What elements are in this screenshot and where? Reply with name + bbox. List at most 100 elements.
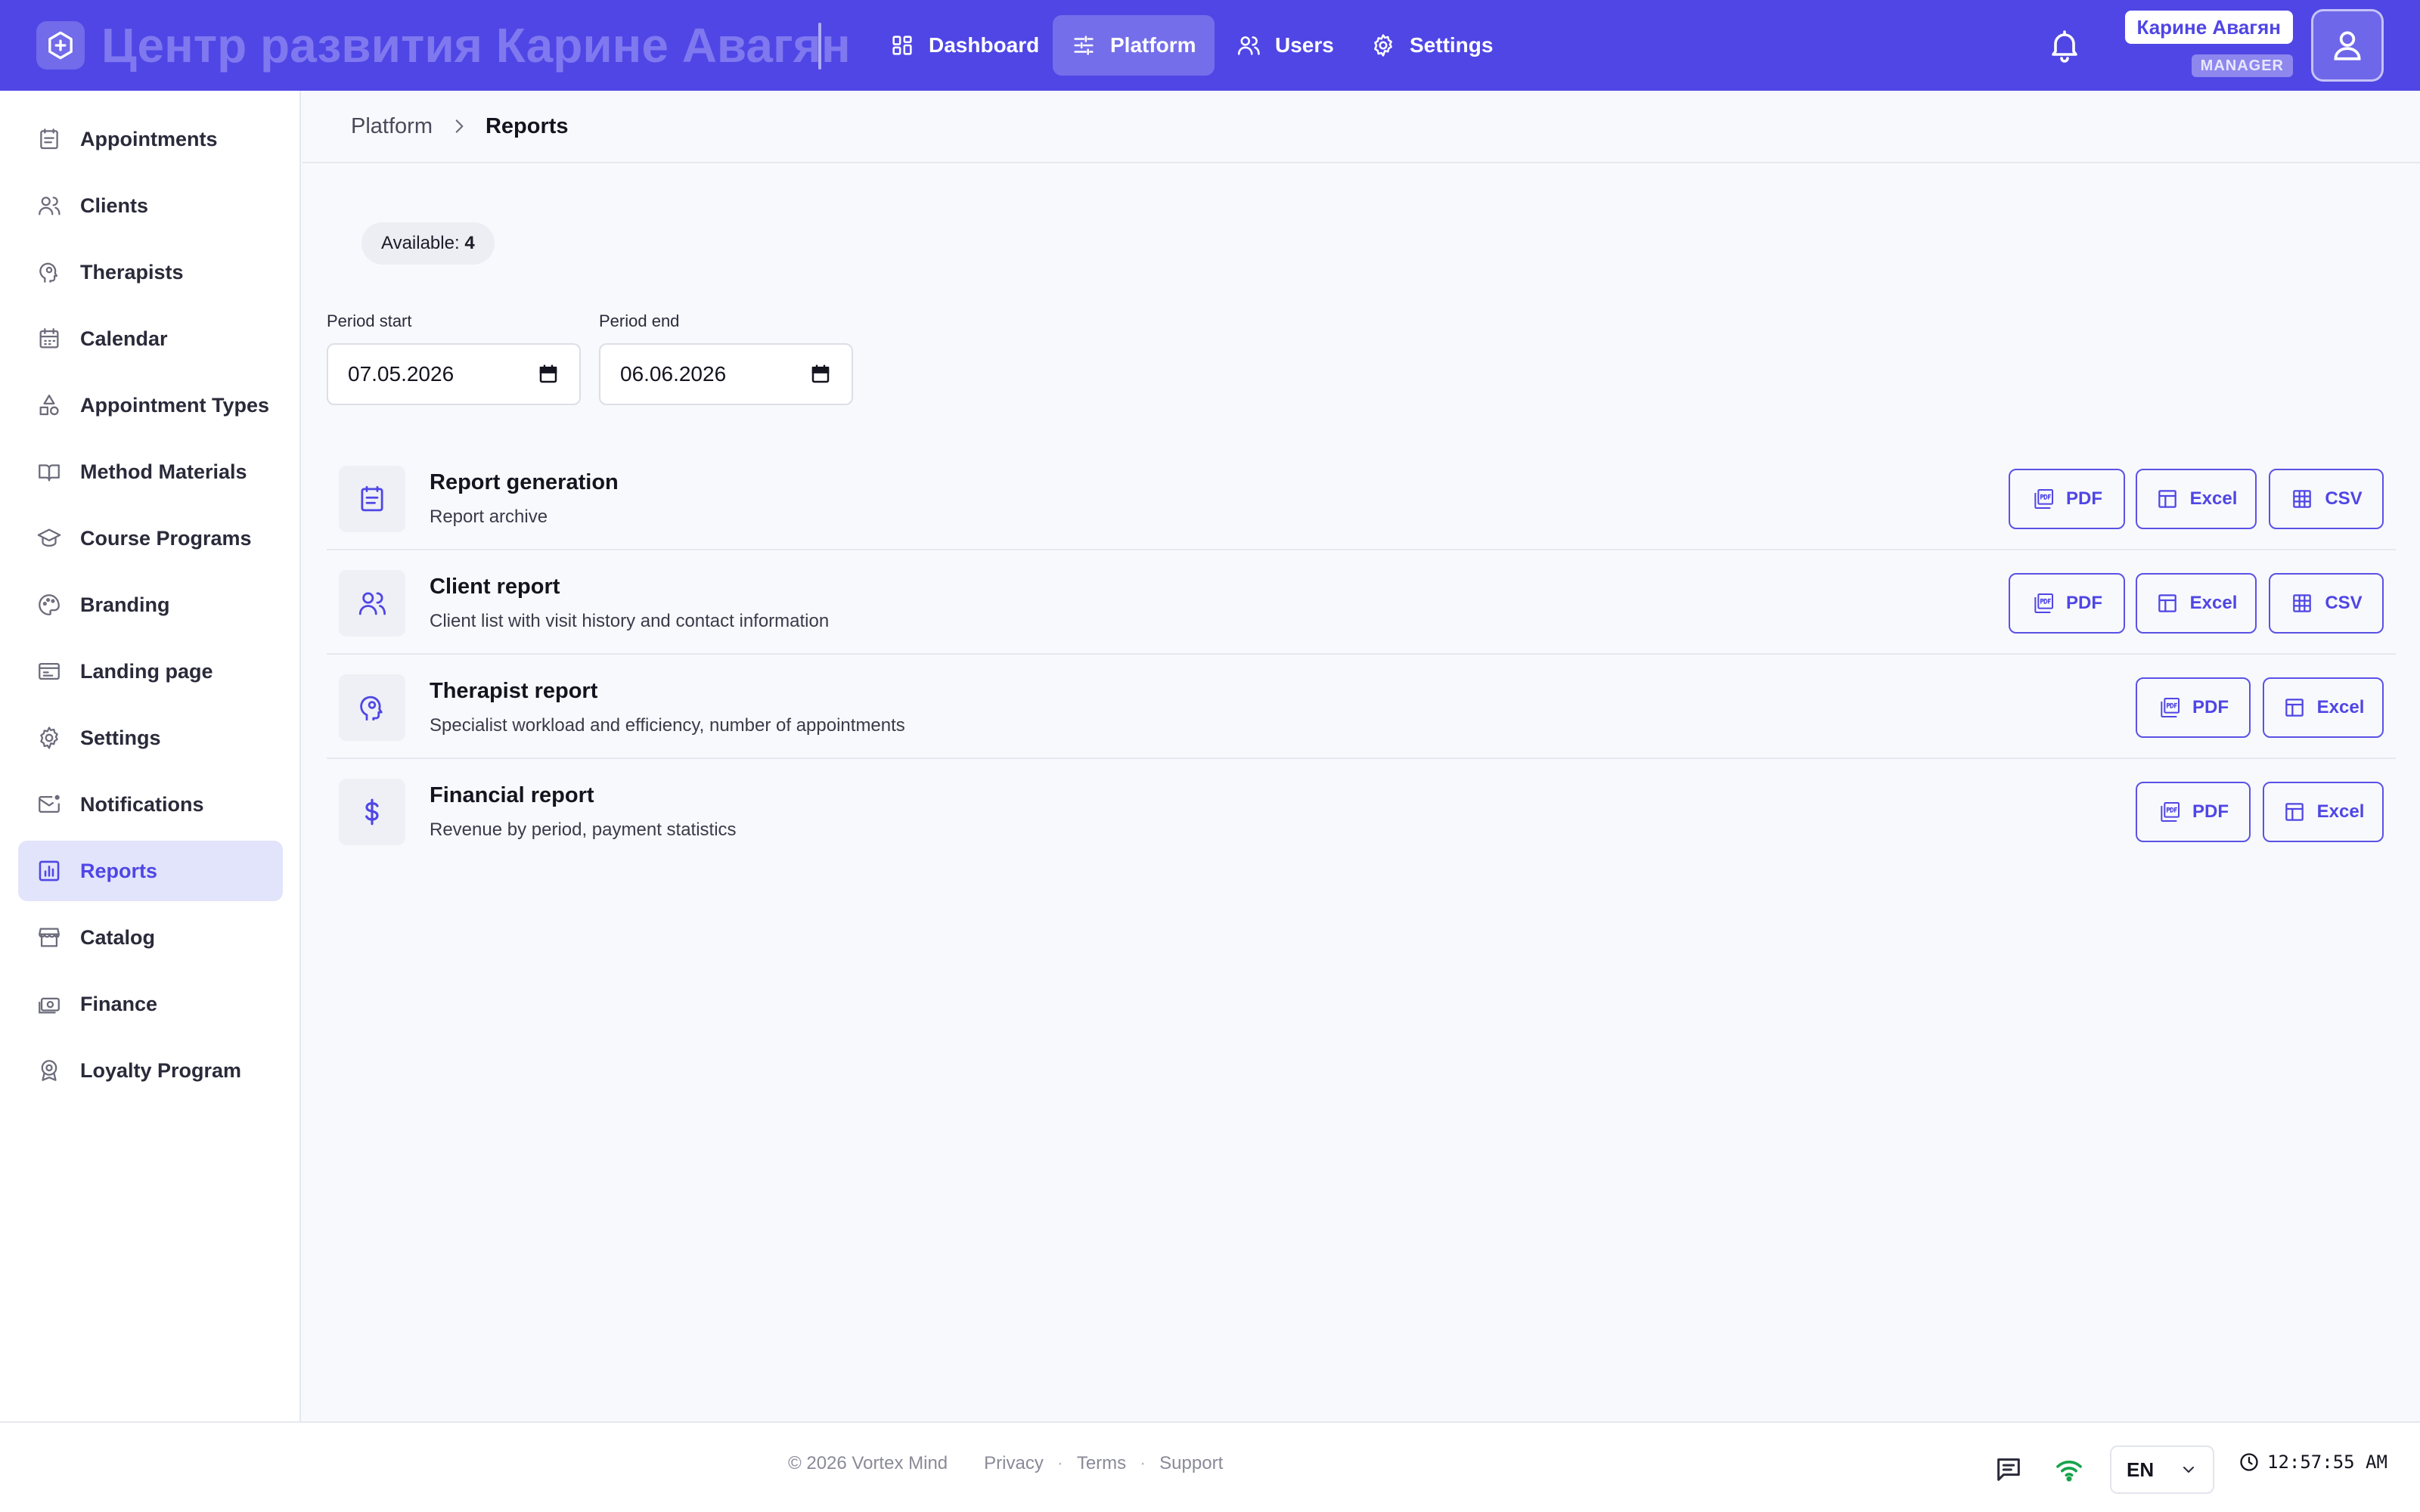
sidebar-item-branding[interactable]: Branding: [18, 575, 283, 635]
report-title: Client report: [430, 575, 560, 599]
period-end-label: Period end: [599, 311, 680, 330]
report-row-report-generation: Report generation Report archive PDF Exc…: [327, 446, 2396, 550]
period-start-input[interactable]: 07.05.2026: [327, 343, 581, 405]
gear-icon: [1374, 34, 1392, 57]
sidebar-item-finance[interactable]: Finance: [18, 974, 283, 1034]
footer: © 2026 Vortex Mind Privacy · Terms · Sup…: [0, 1421, 2420, 1512]
footer-separator: ·: [1056, 1453, 1063, 1473]
mail-icon: [39, 795, 60, 813]
top-bar: Центр развития Карине Авагян Dashboard P…: [0, 0, 2420, 91]
grid-icon: [2293, 594, 2312, 612]
breadcrumb: Platform Reports: [302, 91, 2420, 163]
head-gear-icon: [360, 696, 383, 721]
export-label: Excel: [2316, 697, 2365, 717]
period-start-label: Period start: [327, 311, 412, 330]
footer-link-privacy[interactable]: Privacy: [984, 1453, 1044, 1474]
report-icon: [339, 466, 405, 532]
report-description: Client list with visit history and conta…: [430, 611, 830, 631]
sidebar-item-therapists[interactable]: Therapists: [18, 242, 283, 302]
sidebar-item-loyalty-program[interactable]: Loyalty Program: [18, 1040, 283, 1101]
calendar-icon[interactable]: [537, 363, 560, 386]
report-title: Report generation: [430, 470, 619, 494]
clock: 12:57:55 AM: [2238, 1452, 2387, 1473]
export-pdf-button[interactable]: PDF: [2136, 677, 2251, 738]
nav-dashboard[interactable]: Dashboard: [871, 15, 1057, 76]
export-label: CSV: [2325, 488, 2363, 509]
brand-divider: [818, 23, 821, 70]
chat-icon[interactable]: [1993, 1455, 2024, 1485]
nav-users[interactable]: Users: [1218, 15, 1352, 76]
footer-copyright: © 2026 Vortex Mind: [788, 1453, 948, 1473]
gear-icon: [40, 727, 58, 749]
footer-separator: ·: [1140, 1453, 1146, 1473]
book-icon: [39, 464, 60, 482]
sidebar-item-reports[interactable]: Reports: [18, 841, 283, 901]
language-select[interactable]: EN: [2110, 1445, 2214, 1494]
dashboard-icon: [892, 36, 912, 55]
report-title: Financial report: [430, 783, 594, 807]
sidebar-item-label: Loyalty Program: [80, 1058, 242, 1082]
export-pdf-button[interactable]: PDF: [2009, 573, 2125, 634]
sidebar-item-label: Notifications: [80, 792, 204, 816]
brand-title: Центр развития Карине Авагян: [101, 18, 851, 73]
cash-icon: [39, 997, 60, 1014]
sidebar-item-clients[interactable]: Clients: [18, 175, 283, 236]
user-role-badge: MANAGER: [2191, 54, 2293, 77]
period-end-input[interactable]: 06.06.2026: [599, 343, 853, 405]
sidebar-item-appointments[interactable]: Appointments: [18, 109, 283, 169]
report-icon: [339, 674, 405, 741]
calendar-icon[interactable]: [809, 363, 832, 386]
nav-settings-label: Settings: [1410, 33, 1494, 57]
period-start-value: 07.05.2026: [348, 362, 455, 386]
export-excel-button[interactable]: Excel: [2263, 677, 2384, 738]
user-name-badge: Карине Авагян: [2124, 11, 2293, 44]
export-label: PDF: [2192, 697, 2229, 717]
footer-link-support[interactable]: Support: [1159, 1453, 1223, 1474]
sidebar-item-landing-page[interactable]: Landing page: [18, 641, 283, 702]
pdf-file-icon: [2161, 698, 2180, 717]
clock-icon: [2240, 1453, 2258, 1471]
export-csv-button[interactable]: CSV: [2269, 573, 2384, 634]
sidebar-item-label: Clients: [80, 194, 149, 217]
chevron-down-icon: [2183, 1467, 2194, 1473]
export-pdf-button[interactable]: PDF: [2136, 782, 2251, 842]
sidebar-item-course-programs[interactable]: Course Programs: [18, 508, 283, 569]
sidebar-item-appointment-types[interactable]: Appointment Types: [18, 375, 283, 435]
sidebar-item-method-materials[interactable]: Method Materials: [18, 442, 283, 502]
user-avatar-button[interactable]: [2311, 9, 2384, 82]
sidebar-item-settings[interactable]: Settings: [18, 708, 283, 768]
clock-time: 12:57:55 AM: [2267, 1452, 2387, 1473]
export-csv-button[interactable]: CSV: [2269, 469, 2384, 529]
award-icon: [41, 1060, 57, 1081]
export-excel-button[interactable]: Excel: [2136, 469, 2257, 529]
sidebar-item-label: Calendar: [80, 327, 168, 350]
footer-links: © 2026 Vortex Mind Privacy · Terms · Sup…: [788, 1453, 1223, 1474]
export-label: PDF: [2066, 593, 2102, 613]
bell-icon[interactable]: [2046, 27, 2083, 64]
export-excel-button[interactable]: Excel: [2136, 573, 2257, 634]
chevron-right-icon: [455, 119, 464, 133]
palette-icon: [39, 594, 60, 615]
head-gear-icon: [39, 262, 58, 283]
nav-platform[interactable]: Platform: [1053, 15, 1215, 76]
breadcrumb-current: Reports: [485, 113, 569, 138]
sidebar-item-calendar[interactable]: Calendar: [18, 308, 283, 369]
sidebar-item-label: Finance: [80, 992, 158, 1015]
report-row-therapist-report: Therapist report Specialist workload and…: [327, 655, 2396, 759]
sidebar-item-notifications[interactable]: Notifications: [18, 774, 283, 835]
export-pdf-button[interactable]: PDF: [2009, 469, 2125, 529]
export-label: Excel: [2189, 593, 2238, 613]
footer-link-terms[interactable]: Terms: [1077, 1453, 1126, 1474]
breadcrumb-platform[interactable]: Platform: [351, 114, 433, 139]
sidebar-item-label: Branding: [80, 593, 170, 616]
export-label: CSV: [2325, 593, 2363, 613]
nav-settings[interactable]: Settings: [1352, 15, 1511, 76]
available-label: Available:: [381, 233, 460, 253]
sidebar-item-catalog[interactable]: Catalog: [18, 907, 283, 968]
table-icon: [2285, 803, 2304, 821]
app-logo[interactable]: [36, 21, 85, 70]
sliders-icon: [1074, 36, 1094, 55]
hexagon-plus-icon: [48, 31, 73, 60]
sidebar-item-label: Method Materials: [80, 460, 247, 483]
export-excel-button[interactable]: Excel: [2263, 782, 2384, 842]
